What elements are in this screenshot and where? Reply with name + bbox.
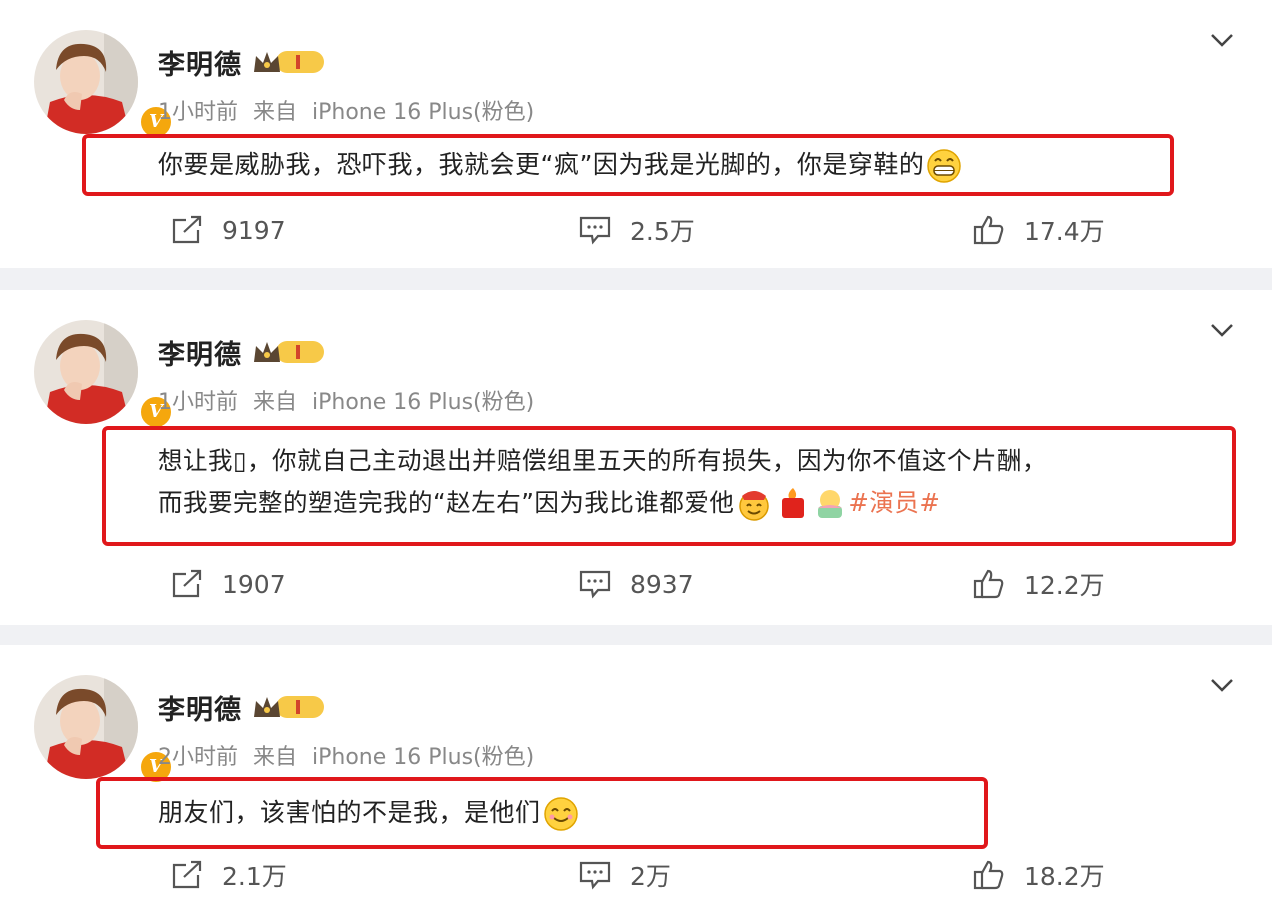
hashtag-link[interactable]: #演员# bbox=[848, 488, 940, 517]
avatar[interactable]: V bbox=[34, 320, 174, 430]
repost-icon bbox=[172, 215, 202, 244]
smile-emoji-icon bbox=[543, 797, 578, 831]
red-envelope-emoji-icon bbox=[782, 488, 805, 518]
comment-icon bbox=[579, 861, 611, 890]
chevron-down-icon[interactable] bbox=[1208, 673, 1236, 697]
repost-button[interactable]: 1907 bbox=[170, 564, 286, 604]
vip-crown-icon[interactable] bbox=[252, 48, 326, 76]
comment-count: 2.5万 bbox=[630, 217, 695, 246]
post-source: iPhone 16 Plus(粉色) bbox=[312, 745, 535, 770]
post-text: 想让我▯，你就自己主动退出并赔偿组里五天的所有损失，因为你不值这个片酬， 而我要… bbox=[158, 440, 1047, 524]
chevron-down-icon[interactable] bbox=[1208, 318, 1236, 342]
post-text-line: 你要是威胁我，恐吓我，我就会更“疯”因为我是光脚的，你是穿鞋的 bbox=[158, 150, 925, 179]
action-bar: 9197 2.5万 17.4万 bbox=[0, 210, 1272, 250]
like-count: 18.2万 bbox=[1024, 862, 1105, 891]
highlight-box: 朋友们，该害怕的不是我，是他们 bbox=[96, 777, 988, 849]
cheer-face-emoji-icon bbox=[739, 491, 770, 521]
comment-button[interactable]: 2万 bbox=[578, 855, 671, 895]
repost-button[interactable]: 9197 bbox=[170, 210, 286, 250]
repost-count: 1907 bbox=[222, 569, 286, 599]
post-text-line: 朋友们，该害怕的不是我，是他们 bbox=[158, 798, 541, 827]
comment-count: 8937 bbox=[630, 569, 694, 599]
source-prefix: 来自 bbox=[253, 745, 298, 770]
thumbs-up-icon bbox=[973, 569, 1004, 599]
vip-crown-icon[interactable] bbox=[252, 693, 326, 721]
avatar-image bbox=[34, 30, 138, 134]
avatar[interactable]: V bbox=[34, 675, 174, 785]
post-source: iPhone 16 Plus(粉色) bbox=[312, 390, 535, 415]
avatar-image bbox=[34, 320, 138, 424]
action-bar: 1907 8937 12.2万 bbox=[0, 564, 1272, 604]
post-text-line: 想让我▯，你就自己主动退出并赔偿组里五天的所有损失，因为你不值这个片酬， bbox=[158, 446, 1047, 475]
post-time[interactable]: 2小时前 bbox=[158, 745, 238, 770]
like-count: 12.2万 bbox=[1024, 571, 1105, 600]
user-name[interactable]: 李明德 bbox=[158, 43, 242, 82]
avatar-image bbox=[34, 675, 138, 779]
post-card: V 李明德 2小时前 来自 iPhone 16 Plus(粉色) 朋友们，该害怕… bbox=[0, 645, 1272, 906]
avatar[interactable]: V bbox=[34, 30, 174, 140]
cake-emoji-icon bbox=[818, 490, 843, 518]
vip-crown-icon[interactable] bbox=[252, 338, 326, 366]
user-name[interactable]: 李明德 bbox=[158, 333, 242, 372]
comment-count: 2万 bbox=[630, 862, 671, 891]
comment-button[interactable]: 8937 bbox=[578, 564, 694, 604]
like-button[interactable]: 18.2万 bbox=[972, 855, 1105, 895]
repost-button[interactable]: 2.1万 bbox=[170, 855, 287, 895]
comment-button[interactable]: 2.5万 bbox=[578, 210, 695, 250]
user-header: 李明德 bbox=[158, 332, 326, 372]
post-text-line-2: 而我要完整的塑造完我的“赵左右”因为我比谁都爱他 #演员# bbox=[158, 482, 1047, 524]
post-text-line: 而我要完整的塑造完我的“赵左右”因为我比谁都爱他 bbox=[158, 488, 735, 517]
like-count: 17.4万 bbox=[1024, 217, 1105, 246]
grin-emoji-icon bbox=[927, 149, 962, 183]
repost-count: 2.1万 bbox=[222, 862, 287, 891]
thumbs-up-icon bbox=[973, 215, 1004, 245]
post-meta: 1小时前 来自 iPhone 16 Plus(粉色) bbox=[158, 94, 542, 126]
action-bar: 2.1万 2万 18.2万 bbox=[0, 855, 1272, 895]
weibo-feed: V 李明德 1小时前 来自 iPhone 16 Plus(粉色) 你要是威胁我，… bbox=[0, 0, 1272, 906]
post-meta: 1小时前 来自 iPhone 16 Plus(粉色) bbox=[158, 384, 542, 416]
post-text: 你要是威胁我，恐吓我，我就会更“疯”因为我是光脚的，你是穿鞋的 bbox=[158, 144, 962, 186]
highlight-box: 想让我▯，你就自己主动退出并赔偿组里五天的所有损失，因为你不值这个片酬， 而我要… bbox=[102, 426, 1236, 546]
post-meta: 2小时前 来自 iPhone 16 Plus(粉色) bbox=[158, 739, 542, 771]
post-source: iPhone 16 Plus(粉色) bbox=[312, 100, 535, 125]
comment-icon bbox=[579, 216, 611, 245]
thumbs-up-icon bbox=[973, 860, 1004, 890]
post-text: 朋友们，该害怕的不是我，是他们 bbox=[158, 792, 579, 834]
chevron-down-icon[interactable] bbox=[1208, 28, 1236, 52]
post-card: V 李明德 1小时前 来自 iPhone 16 Plus(粉色) 你要是威胁我，… bbox=[0, 0, 1272, 268]
highlight-box: 你要是威胁我，恐吓我，我就会更“疯”因为我是光脚的，你是穿鞋的 bbox=[82, 134, 1174, 196]
source-prefix: 来自 bbox=[253, 390, 298, 415]
post-time[interactable]: 1小时前 bbox=[158, 100, 238, 125]
repost-icon bbox=[172, 569, 202, 598]
user-name[interactable]: 李明德 bbox=[158, 688, 242, 727]
post-card: V 李明德 1小时前 来自 iPhone 16 Plus(粉色) 想让我▯，你就… bbox=[0, 290, 1272, 625]
comment-icon bbox=[579, 570, 611, 599]
repost-count: 9197 bbox=[222, 215, 286, 245]
user-header: 李明德 bbox=[158, 42, 326, 82]
user-header: 李明德 bbox=[158, 687, 326, 727]
like-button[interactable]: 17.4万 bbox=[972, 210, 1105, 250]
post-time[interactable]: 1小时前 bbox=[158, 390, 238, 415]
like-button[interactable]: 12.2万 bbox=[972, 564, 1105, 604]
repost-icon bbox=[172, 860, 202, 889]
source-prefix: 来自 bbox=[253, 100, 298, 125]
